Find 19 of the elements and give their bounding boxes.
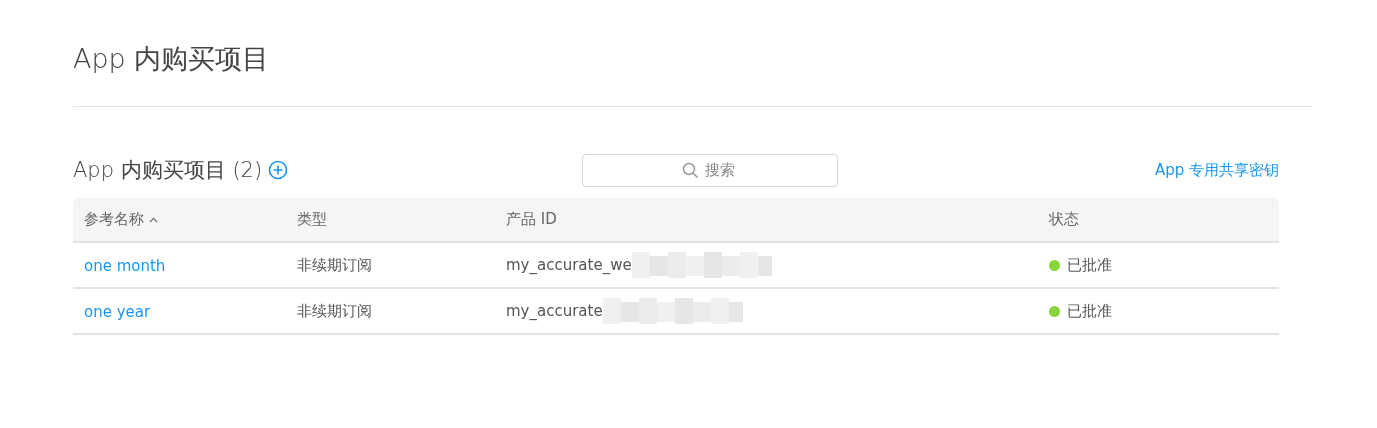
- column-header[interactable]: 参考名称: [84, 210, 144, 229]
- status-text: 已批准: [1067, 255, 1112, 275]
- sort-caret-icon[interactable]: [149, 216, 158, 223]
- search-field[interactable]: 搜索: [581, 153, 838, 187]
- column-header[interactable]: 状态: [1049, 210, 1079, 229]
- table-cell-text: 非续期订阅: [296, 301, 373, 321]
- table-cell-text: 非续期订阅: [296, 255, 373, 275]
- column-header[interactable]: 类型: [297, 210, 327, 229]
- status-text: 已批准: [1067, 301, 1112, 321]
- section-title: App 内购买项目 (2): [73, 157, 263, 184]
- add-icon[interactable]: [268, 160, 289, 180]
- page-title: App 内购买项目: [73, 42, 271, 76]
- column-header[interactable]: 产品 ID: [506, 210, 557, 229]
- shared-secret-link[interactable]: App 专用共享密钥: [1154, 160, 1279, 180]
- search-icon: [681, 161, 699, 179]
- product-name-link[interactable]: one year: [73, 302, 151, 321]
- table-cell: my_accurate_we: [506, 256, 632, 274]
- product-name-link[interactable]: one month: [73, 256, 166, 275]
- table-cell: my_accurate: [506, 302, 603, 320]
